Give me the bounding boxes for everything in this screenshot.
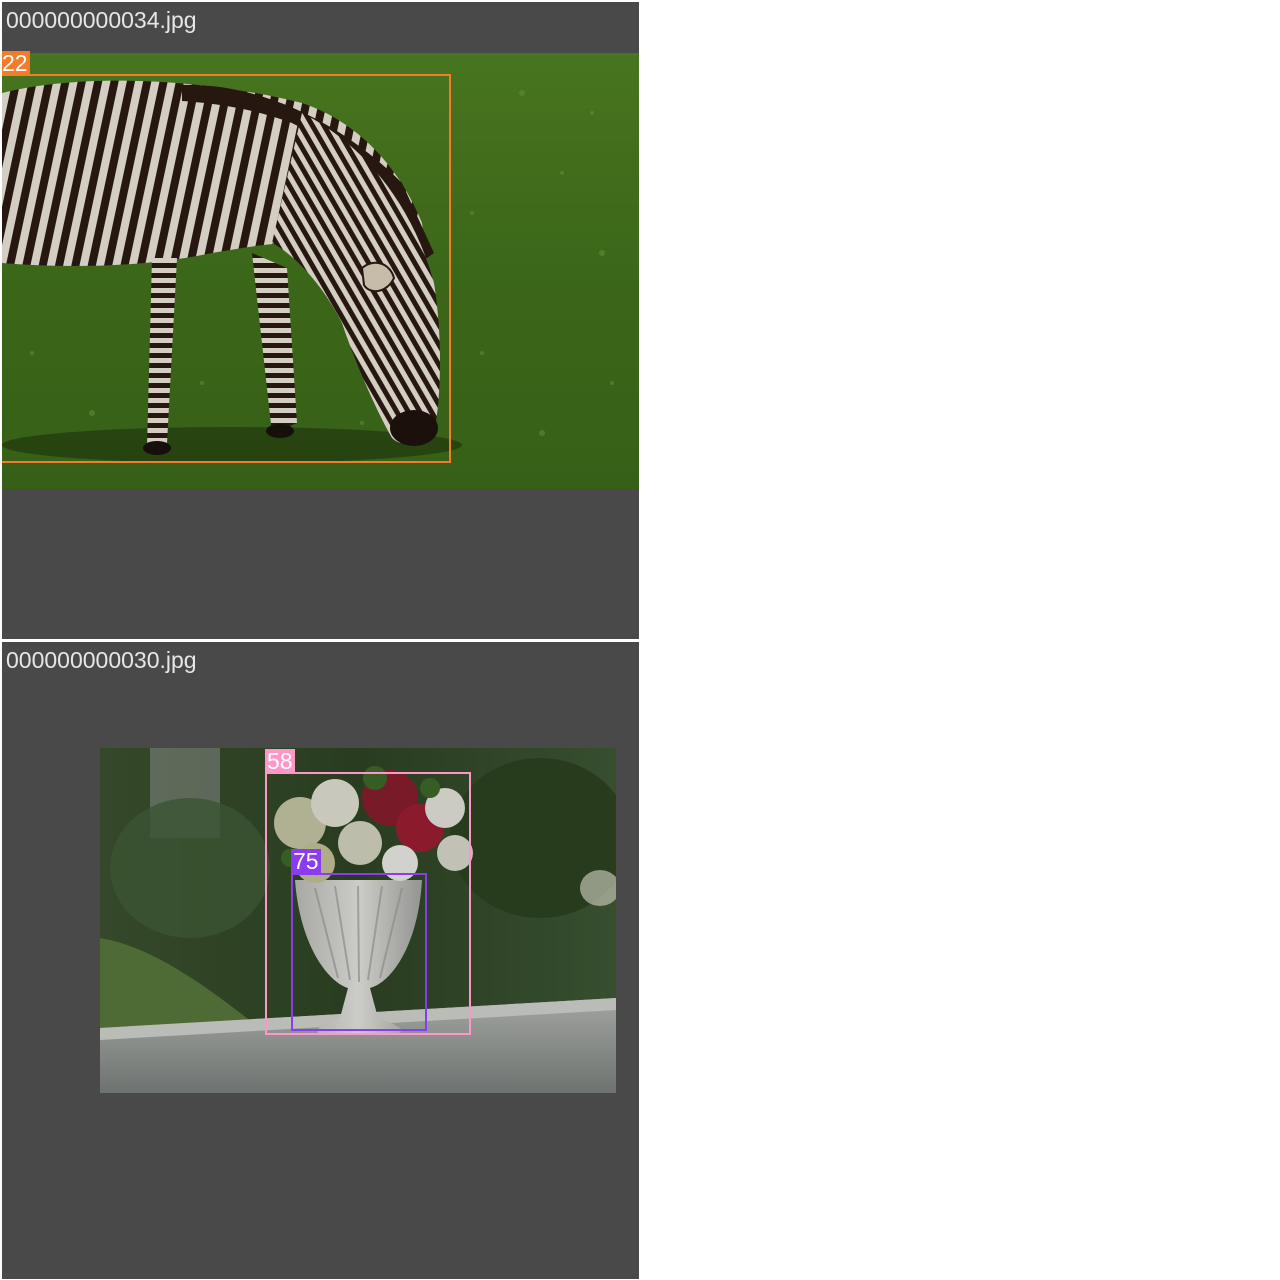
detection-box-22 (2, 74, 451, 463)
detection-label-75: 75 (291, 848, 321, 874)
image-tile-vase: 000000000030.jpg 58 75 (2, 642, 639, 1279)
detection-box-75 (291, 873, 427, 1031)
image-filename: 000000000030.jpg (6, 647, 197, 673)
detection-label-58: 58 (265, 748, 295, 774)
image-filename: 000000000034.jpg (6, 7, 197, 33)
detection-label-22: 22 (2, 50, 30, 76)
image-tile-zebra: 000000000034.jpg 22 (2, 2, 639, 639)
